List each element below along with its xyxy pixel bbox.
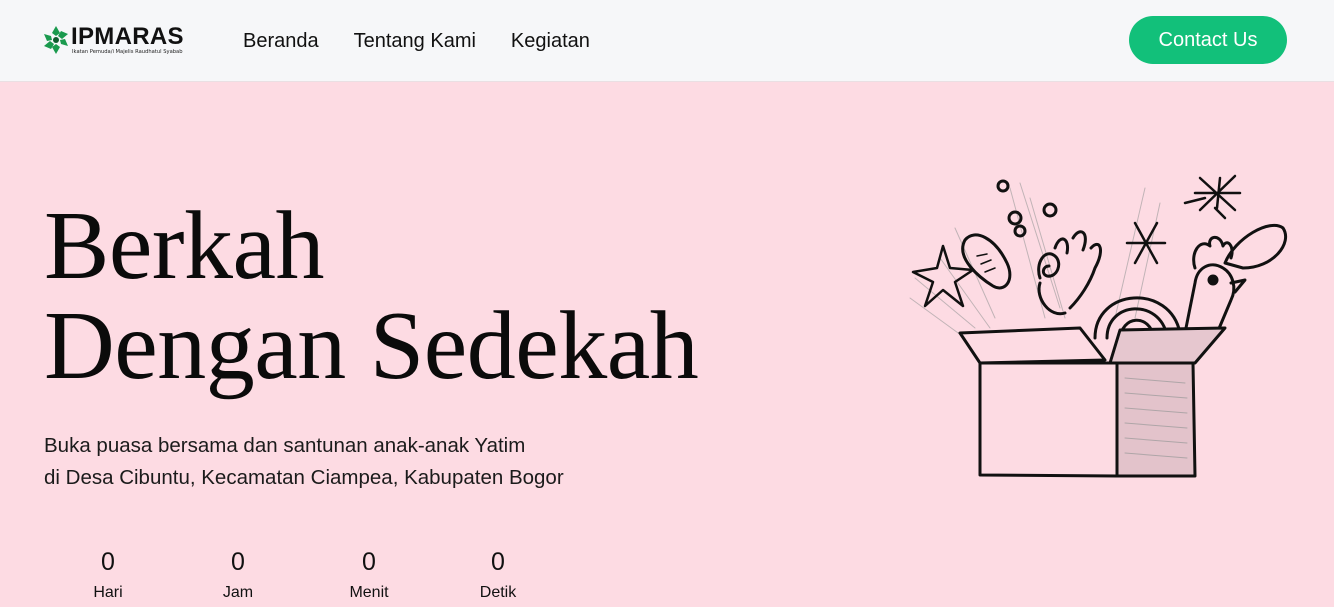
countdown-minutes-value: 0: [362, 548, 376, 576]
countdown-minutes: 0 Menit: [329, 545, 409, 607]
brand-name: IPMARAS: [71, 23, 184, 50]
countdown-seconds-value: 0: [491, 548, 505, 576]
countdown-days-value: 0: [101, 548, 115, 576]
countdown-seconds: 0 Detik: [458, 545, 538, 607]
countdown-hours: 0 Jam: [198, 545, 278, 607]
brand-tagline: Ikatan Pemuda/i Majelis Raudhatul Syabab: [72, 49, 183, 55]
hero-subtitle: Buka puasa bersama dan santunan anak-ana…: [44, 430, 564, 494]
nav-link-tentang-kami[interactable]: Tentang Kami: [354, 29, 476, 53]
hero-title: Berkah Dengan Sedekah: [44, 192, 699, 400]
brand-logo[interactable]: IPMARAS Ikatan Pemuda/i Majelis Raudhatu…: [43, 23, 203, 58]
hero-subtitle-line-1: Buka puasa bersama dan santunan anak-ana…: [44, 434, 526, 457]
nav-link-beranda[interactable]: Beranda: [243, 29, 319, 53]
contact-us-button[interactable]: Contact Us: [1129, 16, 1287, 64]
countdown-minutes-label: Menit: [349, 584, 389, 601]
hero-title-line-1: Berkah: [44, 192, 325, 300]
top-navbar: IPMARAS Ikatan Pemuda/i Majelis Raudhatu…: [0, 0, 1334, 82]
nav-link-kegiatan[interactable]: Kegiatan: [511, 29, 590, 53]
countdown-hours-value: 0: [231, 548, 245, 576]
gift-box-illustration: [909, 174, 1287, 478]
countdown-days: 0 Hari: [68, 545, 148, 607]
main-nav: Beranda Tentang Kami Kegiatan: [243, 29, 625, 53]
countdown-seconds-label: Detik: [479, 584, 517, 601]
hero-subtitle-line-2: di Desa Cibuntu, Kecamatan Ciampea, Kabu…: [44, 466, 564, 489]
ipmaras-logo-icon: [44, 26, 68, 54]
countdown-hours-label: Jam: [222, 584, 254, 601]
countdown-days-label: Hari: [93, 584, 123, 601]
hero-title-line-2: Dengan Sedekah: [44, 292, 699, 400]
